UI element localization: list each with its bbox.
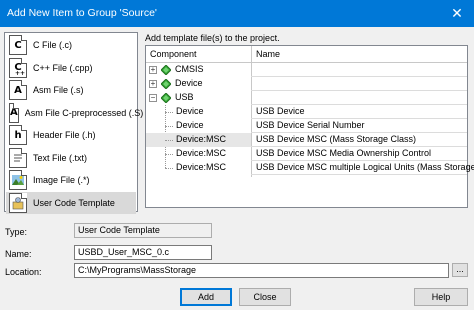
list-item-c-file[interactable]: C C File (.c) [6, 34, 136, 57]
c-file-icon: C [9, 35, 27, 56]
tree-connector [165, 154, 173, 155]
type-label: Type: [5, 227, 28, 237]
component-gem-icon [161, 93, 171, 103]
name-field[interactable]: USBD_User_MSC_0.c [74, 245, 212, 260]
cpp-file-icon: C ++ [9, 57, 27, 78]
title-bar: Add New Item to Group 'Source' ✕ [0, 0, 474, 27]
name-label: Name: [5, 249, 32, 259]
instruction-text: Add template file(s) to the project. [145, 33, 280, 43]
image-file-icon [9, 170, 27, 191]
asm-file-icon: A [9, 80, 27, 101]
header-file-icon: h [9, 125, 27, 146]
list-item-header-file[interactable]: h Header File (.h) [6, 124, 136, 147]
table-row[interactable]: Device USB Device [146, 105, 467, 119]
item-type-list: C C File (.c) C ++ C++ File (.cpp) A Asm … [4, 32, 143, 214]
close-button[interactable]: Close [239, 288, 291, 306]
table-row[interactable]: Device USB Device Serial Number [146, 119, 467, 133]
table-row[interactable]: Device:MSC USB Device MSC (Mass Storage … [146, 133, 467, 147]
row-name: USB Device MSC multiple Logical Units (M… [256, 162, 474, 172]
tree-connector [165, 126, 173, 127]
collapse-icon[interactable]: − [149, 94, 157, 102]
browse-button[interactable]: ... [452, 263, 468, 277]
list-item-label: C++ File (.cpp) [33, 62, 93, 73]
component-name: Device [175, 78, 203, 88]
list-item-label: Image File (.*) [33, 175, 90, 186]
table-row[interactable]: + Device [146, 77, 467, 91]
component-name: CMSIS [175, 64, 204, 74]
row-name: USB Device MSC Media Ownership Control [256, 148, 432, 158]
location-field[interactable]: C:\MyPrograms\MassStorage [74, 263, 449, 278]
row-name: USB Device [256, 106, 305, 116]
component-gem-icon [161, 79, 171, 89]
list-item-asm-preprocessed-file[interactable]: A Asm File C-preprocessed (.S) [6, 102, 143, 125]
table-row[interactable]: Device:MSC USB Device MSC Media Ownershi… [146, 147, 467, 161]
component-name: Device [176, 120, 204, 130]
list-item-image-file[interactable]: Image File (.*) [6, 169, 136, 192]
tree-connector [165, 112, 173, 113]
component-name: USB [175, 92, 194, 102]
list-item-label: Asm File (.s) [33, 85, 84, 96]
list-item-cpp-file[interactable]: C ++ C++ File (.cpp) [6, 57, 136, 80]
row-name: USB Device MSC (Mass Storage Class) [256, 134, 417, 144]
list-item-asm-file[interactable]: A Asm File (.s) [6, 79, 136, 102]
component-name: Device [176, 106, 204, 116]
list-item-label: C File (.c) [33, 40, 72, 51]
user-code-template-icon [9, 192, 27, 213]
asm-pre-file-icon: A [9, 102, 19, 123]
close-window-button[interactable]: ✕ [440, 0, 474, 27]
table-row[interactable]: + CMSIS [146, 63, 467, 77]
text-file-icon [9, 147, 27, 168]
tree-connector [165, 140, 173, 141]
row-name: USB Device Serial Number [256, 120, 365, 130]
help-button[interactable]: Help [414, 288, 468, 306]
component-name: Device:MSC [176, 134, 227, 144]
list-item-label: Header File (.h) [33, 130, 96, 141]
component-name: Device:MSC [176, 162, 227, 172]
expand-icon[interactable]: + [149, 66, 157, 74]
list-item-user-code-template[interactable]: User Code Template [6, 191, 136, 214]
list-item-label: Text File (.txt) [33, 152, 88, 163]
tree-connector [165, 168, 173, 169]
table-row[interactable]: Device:MSC USB Device MSC multiple Logic… [146, 161, 474, 175]
component-grid: Component Name + CMSIS + Device − USB De… [145, 45, 474, 208]
list-item-text-file[interactable]: Text File (.txt) [6, 147, 136, 170]
component-name: Device:MSC [176, 148, 227, 158]
column-header-component[interactable]: Component [150, 49, 197, 59]
column-header-name[interactable]: Name [256, 49, 280, 59]
grid-header: Component Name [146, 46, 467, 63]
location-label: Location: [5, 267, 42, 277]
table-row[interactable]: − USB [146, 91, 467, 105]
component-gem-icon [161, 65, 171, 75]
type-field: User Code Template [74, 223, 212, 238]
expand-icon[interactable]: + [149, 80, 157, 88]
add-button[interactable]: Add [180, 288, 232, 306]
window-title: Add New Item to Group 'Source' [7, 7, 157, 19]
list-item-label: Asm File C-preprocessed (.S) [24, 107, 144, 118]
list-item-label: User Code Template [33, 197, 115, 208]
row-divider [251, 174, 467, 175]
